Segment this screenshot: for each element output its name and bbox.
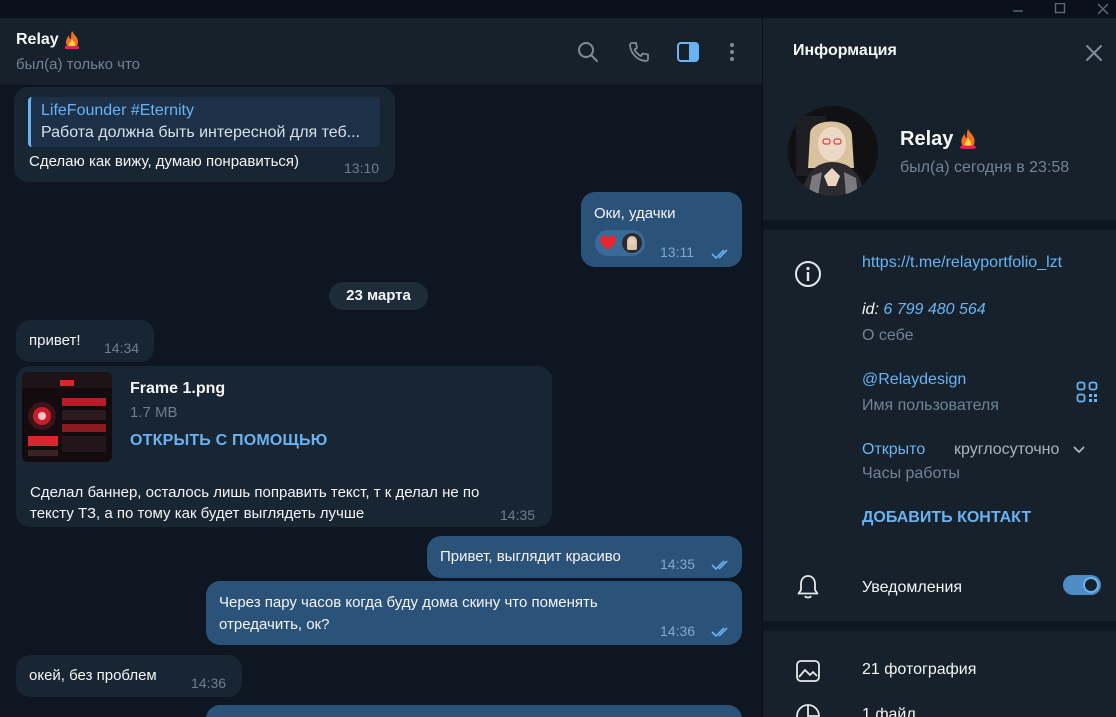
- notifications-label: Уведомления: [862, 579, 963, 596]
- file-icon: [796, 704, 820, 717]
- image-preview: [22, 372, 112, 462]
- bell-icon: [797, 575, 819, 599]
- file-name: Frame 1.png: [130, 380, 226, 397]
- media-photos[interactable]: 21 фотография: [862, 661, 976, 679]
- message-text: Оки, удачки: [594, 205, 676, 222]
- info-panel: Информация Relay был(а) сегодня в 23:58 …: [762, 18, 1116, 717]
- reply-quote[interactable]: LifeFounder #Eternity Работа должна быть…: [28, 97, 380, 147]
- message-text-line: Через пару часов когда буду дома скину ч…: [219, 594, 598, 611]
- message-time: 14:36: [191, 675, 227, 691]
- bio-label: О себе: [862, 327, 914, 344]
- add-contact-button[interactable]: ДОБАВИТЬ КОНТАКТ: [862, 509, 1031, 527]
- qr-code-icon[interactable]: [1076, 381, 1098, 403]
- profile-status: был(а) сегодня в 23:58: [900, 159, 1070, 176]
- message-incoming[interactable]: окей, без проблем 14:36: [16, 655, 242, 697]
- profile-name: Relay: [900, 128, 954, 150]
- username[interactable]: @Relaydesign: [862, 371, 966, 389]
- message-incoming[interactable]: LifeFounder #Eternity Работа должна быть…: [14, 87, 395, 182]
- toggle-knob: [1083, 577, 1099, 593]
- more-icon[interactable]: [720, 40, 744, 64]
- fire-icon: [65, 31, 79, 49]
- message-text-line: Сделал баннер, осталось лишь поправить т…: [30, 484, 480, 501]
- sidebar-toggle-icon[interactable]: [676, 40, 700, 64]
- maximize-icon: [1054, 3, 1066, 14]
- message-text-line: отредачить, ок?: [219, 616, 330, 633]
- reply-text: Работа должна быть интересной для теб...: [41, 124, 360, 141]
- file-thumbnail[interactable]: [22, 372, 112, 462]
- minimize-icon: [1013, 10, 1023, 12]
- profile-link[interactable]: https://t.me/relayportfolio_lzt: [862, 254, 1062, 272]
- message-incoming[interactable]: привет! 14:34: [16, 320, 154, 362]
- message-time: 13:11: [660, 244, 694, 260]
- chat-header: Relay был(а) только что: [0, 18, 762, 86]
- double-check-icon: [711, 249, 728, 260]
- date-separator: 23 марта: [329, 282, 428, 310]
- message-text: привет!: [29, 332, 81, 349]
- maximize-button[interactable]: [1045, 0, 1075, 18]
- message-outgoing[interactable]: Оки, удачки 13:11: [581, 192, 742, 267]
- peer-name[interactable]: Relay: [16, 31, 59, 49]
- info-panel-title: Информация: [793, 42, 897, 59]
- minimize-button[interactable]: [1003, 0, 1033, 18]
- avatar-image: [788, 106, 878, 196]
- reaction-avatar: [622, 233, 642, 253]
- file-size: 1.7 MB: [130, 404, 178, 421]
- heart-icon: [600, 235, 616, 250]
- message-text: окей, без проблем: [29, 667, 157, 684]
- window-close-button[interactable]: [1088, 0, 1116, 18]
- hours-status[interactable]: Открыто: [862, 441, 925, 459]
- notifications-toggle[interactable]: [1063, 575, 1101, 595]
- peer-status: был(а) только что: [16, 56, 141, 73]
- chevron-down-icon[interactable]: [1073, 445, 1085, 455]
- message-text: Привет, выглядит красиво: [440, 548, 621, 565]
- message-time: 14:34: [104, 340, 140, 356]
- username-label: Имя пользователя: [862, 397, 999, 414]
- message-outgoing[interactable]: Через пару часов когда буду дома скину ч…: [206, 581, 742, 645]
- open-with-button[interactable]: ОТКРЫТЬ С ПОМОЩЬЮ: [130, 430, 327, 451]
- profile-avatar[interactable]: [788, 106, 878, 196]
- message-time: 14:35: [500, 507, 536, 523]
- section-divider: [763, 220, 1116, 230]
- hours-label: Часы работы: [862, 465, 960, 482]
- hours-value[interactable]: круглосуточно: [954, 441, 1059, 459]
- message-text: Сделаю как вижу, думаю понравиться): [29, 153, 300, 170]
- message-outgoing[interactable]: Привет, выглядит красиво 14:35: [427, 536, 742, 578]
- message-incoming-file[interactable]: Frame 1.png 1.7 MB ОТКРЫТЬ С ПОМОЩЬЮ Сде…: [16, 366, 552, 527]
- info-icon: [795, 261, 821, 287]
- close-icon: [1097, 3, 1109, 15]
- user-id-row[interactable]: id: 6 799 480 564: [862, 301, 986, 319]
- fire-icon: [960, 129, 976, 149]
- message-time: 13:10: [344, 160, 380, 176]
- message-outgoing[interactable]: [206, 705, 742, 717]
- close-icon[interactable]: [1083, 42, 1105, 64]
- window-titlebar: [0, 0, 1116, 18]
- photo-icon: [796, 660, 820, 682]
- message-text-line: тексту ТЗ, а по тому как будет выглядеть…: [30, 505, 365, 522]
- media-files[interactable]: 1 файл: [862, 706, 916, 717]
- section-divider: [763, 621, 1116, 631]
- reaction-badge[interactable]: [595, 230, 645, 256]
- message-time: 14:36: [660, 623, 696, 639]
- reply-author: LifeFounder #Eternity: [41, 102, 194, 119]
- double-check-icon: [711, 627, 728, 638]
- message-time: 14:35: [660, 556, 696, 572]
- phone-icon[interactable]: [627, 40, 651, 64]
- message-list[interactable]: LifeFounder #Eternity Работа должна быть…: [0, 87, 762, 717]
- user-id-label: id:: [862, 301, 879, 318]
- double-check-icon: [711, 560, 728, 571]
- search-icon[interactable]: [576, 40, 600, 64]
- user-id-value: 6 799 480 564: [883, 301, 986, 318]
